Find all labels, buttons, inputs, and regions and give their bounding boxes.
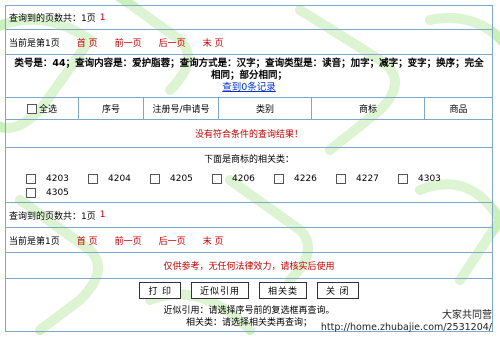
related-class-item[interactable]: 4203 (26, 174, 88, 184)
total-pages-num: 1 (99, 210, 106, 220)
first-page-link[interactable]: 首 页 (77, 36, 98, 49)
current-page-label: 当前是第1页 (9, 38, 60, 49)
related-class-checkbox[interactable] (26, 188, 36, 198)
related-class-checkbox[interactable] (88, 174, 98, 184)
related-class-code: 4226 (294, 174, 317, 184)
col-header-trademark: 商标 (312, 98, 425, 119)
prev-page-link[interactable]: 前一页 (115, 234, 142, 247)
related-class-code: 4227 (356, 174, 379, 184)
related-class-checkbox[interactable] (336, 174, 346, 184)
col-header-reg-number: 注册号/申请号 (144, 98, 219, 119)
related-class-item[interactable]: 4303 (398, 174, 460, 184)
related-class-checkbox[interactable] (26, 174, 36, 184)
total-pages-label: 查询到的页数共： (9, 211, 82, 222)
related-class-item[interactable]: 4227 (336, 174, 398, 184)
query-summary: 类号是：44；查询内容是：爱护脂蓉；查询方式是：汉字；查询类型是：读音；加字；减… (5, 55, 493, 98)
total-pages-value: 1页 (81, 14, 96, 24)
related-classes-button[interactable]: 相关类 (259, 281, 308, 299)
related-class-code: 4206 (232, 174, 255, 184)
top-pager-nav: 当前是第1页 首 页 前一页 后一页 末 页 (5, 30, 493, 55)
results-panel: 查询到的页数共： 1页 1 当前是第1页 首 页 前一页 后一页 末 页 类号是… (5, 5, 493, 332)
last-page-link[interactable]: 末 页 (203, 234, 224, 247)
related-class-code: 4205 (170, 174, 193, 184)
related-class-item[interactable]: 4204 (88, 174, 150, 184)
related-class-code: 4203 (46, 174, 69, 184)
total-pages-label: 查询到的页数共： (9, 14, 82, 24)
watermark-line1: 大家共同营 (442, 310, 492, 321)
col-header-class: 类别 (219, 98, 312, 119)
related-classes-list: 4203 4204 4205 4206 4226 4227 4303 4305 (6, 168, 492, 202)
col-header-goods: 商品 (449, 105, 468, 115)
related-class-checkbox[interactable] (150, 174, 160, 184)
results-table-header: 全选 序号 注册号/申请号 类别 商标 商品 (5, 98, 493, 120)
related-class-checkbox[interactable] (274, 174, 284, 184)
next-page-link[interactable]: 后一页 (159, 36, 186, 49)
select-all-label: 全选 (38, 105, 57, 115)
select-all-cell[interactable]: 全选 (6, 98, 79, 119)
last-page-link[interactable]: 末 页 (203, 36, 224, 49)
related-class-checkbox[interactable] (212, 174, 222, 184)
watermark-line2: http://home.zhubajie.com/2531204/ (320, 322, 492, 333)
next-page-link[interactable]: 后一页 (159, 234, 186, 247)
watermark: 大家共同营 http://home.zhubajie.com/2531204/ (321, 310, 492, 334)
similar-reference-button[interactable]: 近似引用 (190, 281, 249, 299)
total-pages-value: 1页 (81, 211, 96, 222)
related-class-item[interactable]: 4205 (150, 174, 212, 184)
related-class-code: 4303 (418, 174, 441, 184)
col-header-index: 序号 (79, 98, 144, 119)
select-all-checkbox[interactable] (26, 103, 37, 114)
related-class-checkbox[interactable] (398, 174, 408, 184)
close-button[interactable]: 关 闭 (317, 281, 359, 299)
related-class-code: 4204 (108, 174, 131, 184)
top-total-pages: 查询到的页数共： 1页 1 (5, 5, 493, 30)
query-text: 类号是：44；查询内容是：爱护脂蓉；查询方式是：汉字；查询类型是：读音；加字；减… (14, 58, 484, 81)
records-count-link[interactable]: 查到0条记录 (10, 82, 488, 94)
related-class-item[interactable]: 4226 (274, 174, 336, 184)
total-pages-num: 1 (99, 12, 106, 23)
action-buttons: 打 印 近似引用 相关类 关 闭 (6, 279, 492, 301)
bottom-total-pages: 查询到的页数共： 1页 1 (5, 203, 493, 228)
bottom-pager-nav: 当前是第1页 首 页 前一页 后一页 末 页 (5, 228, 493, 253)
current-page-label: 当前是第1页 (9, 236, 60, 247)
no-result-message: 没有符合条件的查询结果！ (5, 120, 493, 148)
related-classes-title: 下面是商标的相关类： (203, 154, 294, 165)
print-button[interactable]: 打 印 (139, 281, 181, 299)
first-page-link[interactable]: 首 页 (77, 234, 98, 247)
related-classes-section: 下面是商标的相关类： 4203 4204 4205 4206 4226 4227… (5, 148, 493, 203)
related-class-item[interactable]: 4305 (26, 188, 88, 198)
related-class-item[interactable]: 4206 (212, 174, 274, 184)
prev-page-link[interactable]: 前一页 (115, 36, 142, 49)
related-class-code: 4305 (46, 188, 69, 198)
disclaimer-notice: 仅供参考，无任何法律效力，请核实后使用 (5, 253, 493, 279)
